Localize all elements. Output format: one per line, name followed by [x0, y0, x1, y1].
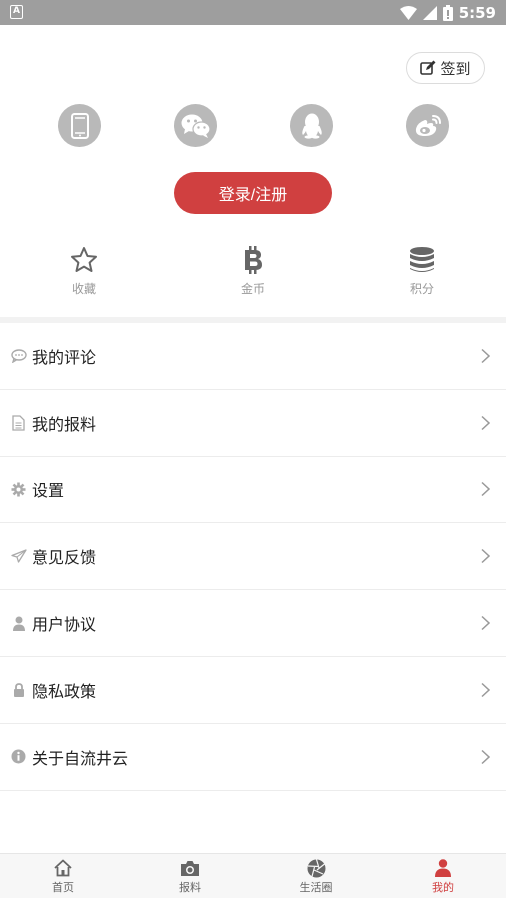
status-bar: A 5:59 [0, 0, 506, 25]
chevron-right-icon [481, 348, 490, 363]
qq-login-button[interactable] [290, 104, 333, 147]
bottom-tab-bar: 首页 报料 生活圈 我的 [0, 853, 506, 898]
phone-login-button[interactable] [58, 104, 101, 147]
weibo-icon [415, 114, 441, 136]
weibo-login-button[interactable] [406, 104, 449, 147]
person-icon [435, 859, 451, 877]
stat-coins[interactable]: 金币 [203, 244, 303, 297]
menu-item-user-agreement[interactable]: 用户协议 [0, 590, 506, 657]
tab-label: 生活圈 [299, 881, 333, 894]
menu-item-label: 意见反馈 [32, 548, 97, 568]
comment-icon [10, 349, 27, 363]
tab-home[interactable]: 首页 [23, 858, 103, 895]
notification-a-icon: A [10, 5, 23, 19]
tab-label: 首页 [52, 881, 74, 894]
signin-button[interactable]: 签到 [406, 52, 485, 84]
status-icons: 5:59 [399, 2, 496, 23]
wechat-login-button[interactable] [174, 104, 217, 147]
document-icon [12, 415, 25, 431]
stat-label: 积分 [409, 282, 434, 296]
chevron-right-icon [481, 749, 490, 764]
menu-item-settings[interactable]: 设置 [0, 457, 506, 524]
chevron-right-icon [481, 482, 490, 497]
star-icon [71, 247, 97, 272]
stat-label: 收藏 [71, 282, 96, 296]
phone-icon [70, 112, 89, 139]
chevron-right-icon [481, 682, 490, 697]
qq-icon [301, 113, 322, 139]
edit-icon [420, 60, 436, 75]
camera-icon [181, 860, 199, 876]
settings-menu: 我的评论 我的报料 设置 意见反馈 用户协议 隐私政策 关于自流井云 [0, 323, 506, 791]
user-icon [12, 616, 25, 631]
menu-item-my-reports[interactable]: 我的报料 [0, 390, 506, 457]
wechat-icon [181, 114, 211, 138]
menu-item-label: 用户协议 [32, 615, 97, 635]
tab-life-circle[interactable]: 生活圈 [276, 858, 356, 895]
stat-label: 金币 [240, 282, 265, 296]
tab-label: 报料 [179, 881, 201, 894]
info-icon [11, 749, 26, 764]
menu-item-label: 关于自流井云 [32, 748, 129, 768]
database-icon [410, 247, 434, 272]
menu-item-label: 我的评论 [32, 347, 97, 367]
login-register-button[interactable]: 登录/注册 [174, 172, 332, 214]
chevron-right-icon [481, 415, 490, 430]
signal-icon [422, 5, 437, 20]
menu-item-about[interactable]: 关于自流井云 [0, 724, 506, 791]
home-icon [54, 859, 72, 877]
chevron-right-icon [481, 549, 490, 564]
menu-item-feedback[interactable]: 意见反馈 [0, 523, 506, 591]
battery-icon [442, 4, 453, 21]
aperture-icon [307, 858, 325, 877]
menu-item-label: 设置 [32, 481, 65, 501]
signin-label: 签到 [440, 59, 471, 78]
menu-item-label: 我的报料 [32, 414, 97, 434]
menu-item-my-comments[interactable]: 我的评论 [0, 323, 506, 390]
tab-label: 我的 [432, 881, 454, 894]
tab-mine[interactable]: 我的 [403, 858, 483, 895]
wifi-icon [399, 5, 417, 20]
paper-plane-icon [10, 549, 27, 563]
stat-favorites[interactable]: 收藏 [34, 244, 134, 297]
lock-icon [13, 682, 24, 697]
tab-report[interactable]: 报料 [150, 858, 230, 895]
stat-points[interactable]: 积分 [372, 244, 472, 297]
menu-item-privacy-policy[interactable]: 隐私政策 [0, 657, 506, 724]
gear-icon [11, 482, 26, 497]
status-time: 5:59 [458, 3, 496, 22]
bitcoin-icon [245, 246, 262, 274]
chevron-right-icon [481, 616, 490, 631]
menu-item-label: 隐私政策 [32, 681, 97, 701]
